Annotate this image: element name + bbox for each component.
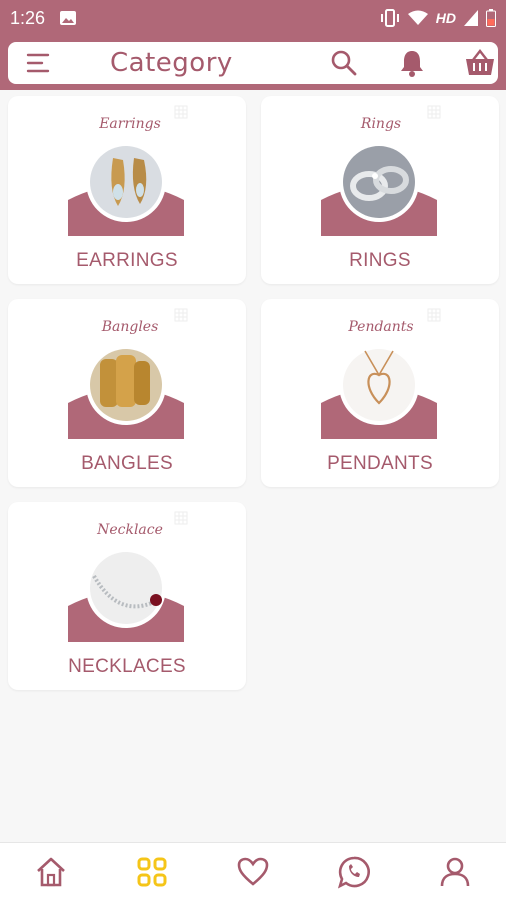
bottom-navigation [0,842,506,900]
category-label: BANGLES [81,453,173,474]
card-script-title: Pendants [347,319,413,335]
card-script-title: Bangles [101,319,159,335]
category-card-earrings[interactable]: Earrings EARRINGS [8,96,246,284]
app-header: Category [0,36,506,90]
rings-image: Rings [321,105,441,236]
card-script-title: Necklace [96,522,163,538]
earrings-image: Earrings [68,105,188,236]
status-time: 1:26 [10,7,46,28]
whatsapp-icon[interactable] [337,855,371,889]
status-bar: 1:26 HD [0,0,506,36]
header-bar: Category [8,42,498,84]
category-label: PENDANTS [327,453,433,474]
heart-icon[interactable] [236,855,270,889]
status-icons: HD [380,9,496,27]
card-script-title: Rings [360,116,401,132]
home-icon[interactable] [34,855,68,889]
necklaces-image: Necklace [68,511,188,642]
vibrate-icon [380,9,399,27]
category-card-necklaces[interactable]: Necklace NECKLACES [8,502,246,690]
grid-icon[interactable] [135,855,169,889]
category-card-rings[interactable]: Rings RINGS [261,96,499,284]
category-label: EARRINGS [76,250,178,271]
category-label: NECKLACES [68,656,186,677]
shopping-basket-icon[interactable] [464,47,496,79]
search-icon[interactable] [330,49,358,77]
bangles-image: Bangles [68,308,188,439]
category-card-bangles[interactable]: Bangles BANGLES [8,299,246,487]
category-label: RINGS [349,250,411,271]
pendants-image: Pendants [321,308,441,439]
user-icon[interactable] [438,855,472,889]
page-title: Category [110,48,233,78]
category-card-pendants[interactable]: Pendants PENDANTS [261,299,499,487]
bell-icon[interactable] [398,48,426,78]
image-notification-icon [60,11,77,25]
signal-icon [464,10,478,26]
card-script-title: Earrings [98,116,161,132]
hamburger-menu-icon[interactable] [26,52,52,74]
battery-icon [486,9,496,27]
network-type: HD [435,10,456,26]
wifi-icon [407,10,428,25]
